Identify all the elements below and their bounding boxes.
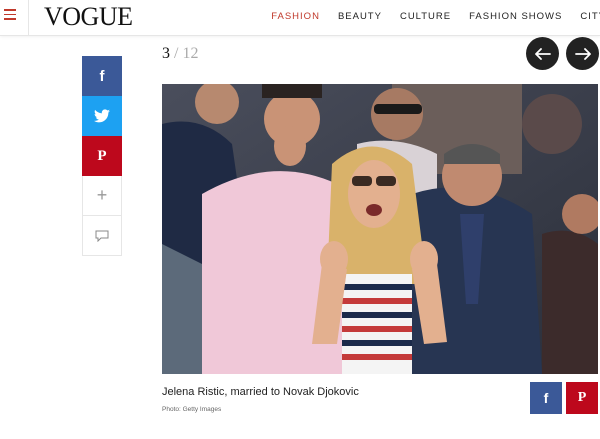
pinterest-icon: P: [577, 390, 587, 405]
facebook-icon: f: [99, 67, 105, 85]
share-rail: f P +: [82, 56, 122, 256]
nav-beauty[interactable]: BEAUTY: [338, 11, 382, 22]
arrow-left-icon: [534, 47, 551, 60]
photo-credit: Photo: Getty Images: [162, 406, 222, 413]
site-header: VOGUE FASHION BEAUTY CULTURE FASHION SHO…: [0, 0, 600, 36]
nav-culture[interactable]: CULTURE: [400, 11, 451, 22]
share-twitter-button[interactable]: [82, 96, 122, 136]
nav-city[interactable]: CITY: [580, 11, 600, 22]
gallery-counter: 3 / 12: [162, 45, 198, 63]
slide-caption: Jelena Ristic, married to Novak Djokovic: [162, 386, 359, 398]
caption-share-facebook-button[interactable]: f: [530, 382, 562, 414]
pinterest-icon: P: [97, 147, 107, 164]
next-slide-button[interactable]: [566, 37, 599, 70]
comment-button[interactable]: [82, 216, 122, 256]
twitter-icon: [94, 109, 110, 123]
gallery-total: 12: [182, 45, 199, 62]
share-facebook-button[interactable]: f: [82, 56, 122, 96]
main-nav: FASHION BEAUTY CULTURE FASHION SHOWS CIT…: [253, 11, 600, 22]
arrow-right-icon: [574, 47, 591, 60]
hamburger-menu-icon[interactable]: [4, 9, 16, 21]
plus-icon: +: [96, 185, 108, 205]
vogue-logo[interactable]: VOGUE: [44, 3, 133, 31]
gallery-current: 3: [162, 45, 170, 62]
gallery-separator: /: [174, 45, 179, 62]
share-pinterest-button[interactable]: P: [82, 136, 122, 176]
nav-fashion-shows[interactable]: FASHION SHOWS: [469, 11, 562, 22]
caption-share-pinterest-button[interactable]: P: [566, 382, 598, 414]
comment-icon: [95, 230, 109, 242]
gallery-photo[interactable]: [162, 84, 598, 374]
share-more-button[interactable]: +: [82, 176, 122, 216]
facebook-icon: f: [543, 390, 549, 406]
previous-slide-button[interactable]: [526, 37, 559, 70]
header-divider: [28, 0, 29, 36]
nav-fashion[interactable]: FASHION: [271, 11, 320, 22]
crowd-photo-illustration: [162, 84, 598, 374]
